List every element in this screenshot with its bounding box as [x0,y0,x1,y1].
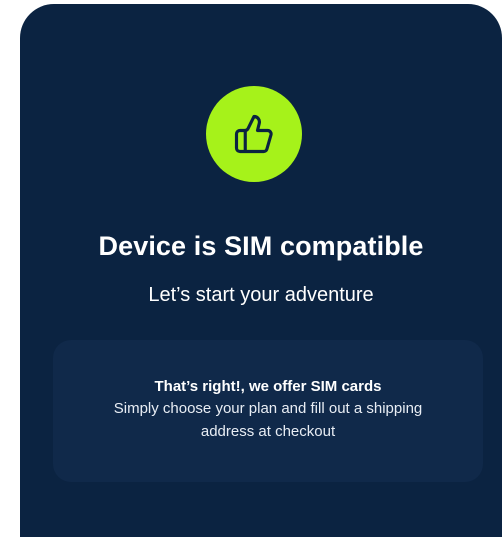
thumbs-up-icon [234,114,273,154]
info-text: Simply choose your plan and fill out a s… [113,400,423,440]
info-heading: That’s right!, we offer SIM cards [154,378,382,395]
page-subtitle: Let’s start your adventure [148,284,374,306]
success-badge [206,86,302,182]
info-box: That’s right!, we offer SIM cards Simply… [53,340,483,482]
compatibility-card: Device is SIM compatible Let’s start you… [20,4,502,537]
page-title: Device is SIM compatible [98,231,424,261]
